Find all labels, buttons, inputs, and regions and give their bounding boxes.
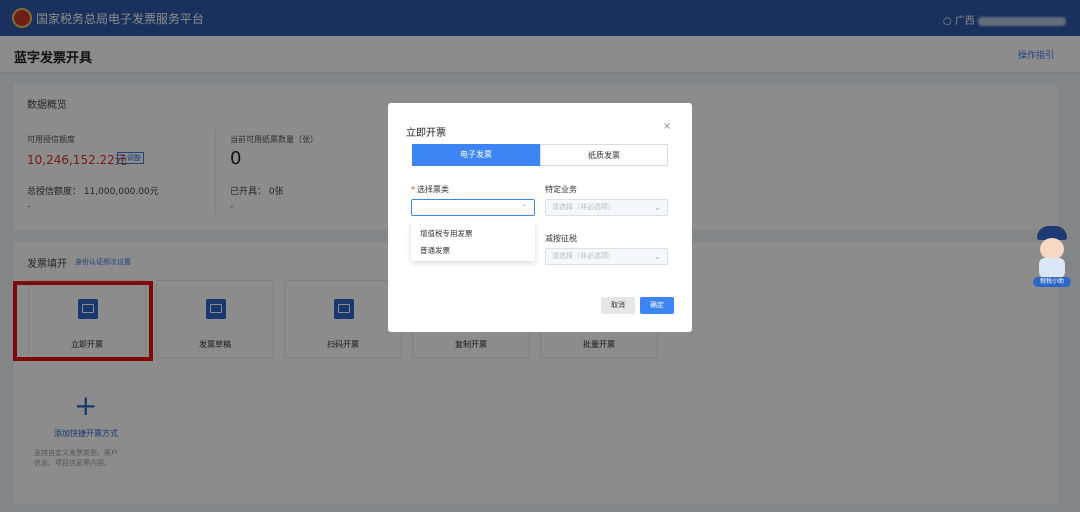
chevron-down-icon: ⌄ bbox=[654, 203, 661, 212]
invoice-type-label: * 选择票类 bbox=[411, 184, 449, 195]
invoice-type-label-text: 选择票类 bbox=[417, 185, 449, 194]
specific-business-select[interactable]: 请选择（非必选项） ⌄ bbox=[545, 199, 668, 216]
option-ordinary[interactable]: 普通发票 bbox=[420, 245, 450, 256]
chevron-up-icon: ⌃ bbox=[521, 203, 528, 212]
reduced-tax-placeholder: 请选择（非必选项） bbox=[552, 252, 615, 260]
option-vat-special[interactable]: 增值税专用发票 bbox=[420, 228, 473, 239]
invoice-type-dropdown: 增值税专用发票 普通发票 bbox=[411, 221, 535, 261]
tab-electronic[interactable]: 电子发票 bbox=[412, 144, 540, 166]
required-mark: * bbox=[411, 185, 415, 194]
close-icon[interactable]: × bbox=[663, 121, 671, 132]
assistant-mascot[interactable]: 税税小助 bbox=[1033, 226, 1071, 288]
mascot-face-icon bbox=[1040, 238, 1064, 260]
confirm-button[interactable]: 确定 bbox=[640, 297, 674, 314]
tab-paper[interactable]: 纸质发票 bbox=[540, 144, 668, 166]
mascot-body-icon bbox=[1039, 258, 1065, 278]
mascot-label: 税税小助 bbox=[1033, 277, 1071, 287]
invoice-type-select[interactable]: ⌃ bbox=[411, 199, 535, 216]
cancel-button[interactable]: 取消 bbox=[601, 297, 635, 314]
issue-now-dialog: 立即开票 × 电子发票 纸质发票 * 选择票类 ⌃ 特定业务 请选择（非必选项） … bbox=[388, 103, 692, 332]
reduced-tax-label: 减按征税 bbox=[545, 234, 577, 243]
chevron-down-icon: ⌄ bbox=[654, 252, 661, 261]
specific-business-label: 特定业务 bbox=[545, 185, 577, 194]
specific-business-placeholder: 请选择（非必选项） bbox=[552, 203, 615, 211]
reduced-tax-select[interactable]: 请选择（非必选项） ⌄ bbox=[545, 248, 668, 265]
dialog-title: 立即开票 bbox=[406, 128, 446, 139]
